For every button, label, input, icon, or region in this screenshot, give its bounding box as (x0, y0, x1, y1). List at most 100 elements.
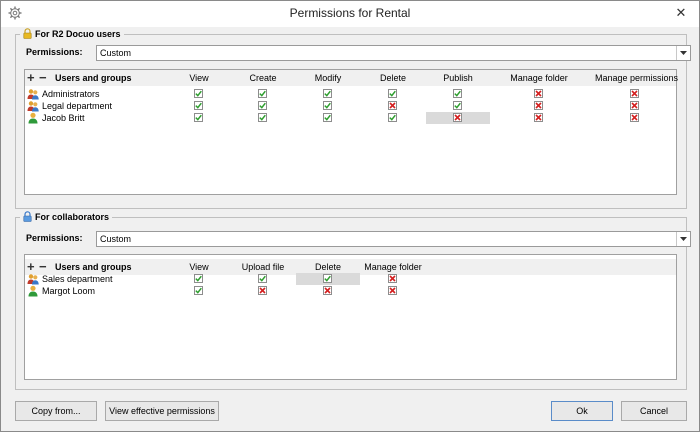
cross-icon (389, 287, 396, 294)
collab-permissions-select[interactable]: Custom (96, 231, 691, 247)
cancel-button[interactable]: Cancel (621, 401, 687, 421)
principal-label: Administrators (42, 89, 100, 99)
add-user-icon[interactable]: + (27, 70, 35, 85)
cross-icon (535, 90, 542, 97)
principal-name: Administrators (27, 88, 100, 100)
permission-checkbox[interactable] (323, 274, 332, 283)
table-row[interactable]: Administrators (25, 88, 676, 100)
principal-label: Margot Loom (42, 286, 96, 296)
grid-header: + − Users and groups View Create Modify Delete… (25, 70, 678, 86)
column-header[interactable]: Users and groups (55, 262, 132, 272)
permission-checkbox[interactable] (194, 274, 203, 283)
principal-label: Sales department (42, 274, 113, 284)
column-header[interactable]: Publish (418, 73, 498, 83)
check-icon (259, 102, 266, 109)
check-icon (195, 102, 202, 109)
permission-checkbox[interactable] (534, 89, 543, 98)
permission-checkbox[interactable] (258, 286, 267, 295)
collaborators-legend: For collaborators (20, 211, 113, 222)
cross-icon (454, 114, 461, 121)
table-row[interactable]: Margot Loom (25, 285, 676, 297)
chevron-down-icon[interactable] (676, 232, 690, 246)
permission-checkbox[interactable] (258, 101, 267, 110)
check-icon (389, 114, 396, 121)
check-icon (324, 90, 331, 97)
principal-label: Legal department (42, 101, 113, 111)
chevron-down-icon[interactable] (676, 46, 690, 60)
permission-checkbox[interactable] (194, 89, 203, 98)
table-row[interactable]: Legal department (25, 100, 676, 112)
permission-checkbox[interactable] (388, 101, 397, 110)
column-header[interactable]: Manage permissions (595, 73, 678, 83)
remove-user-icon[interactable]: − (39, 259, 47, 274)
check-icon (195, 287, 202, 294)
check-icon (454, 102, 461, 109)
principal-label: Jacob Britt (42, 113, 85, 123)
check-icon (259, 275, 266, 282)
close-icon[interactable]: ✕ (673, 5, 689, 21)
permission-checkbox[interactable] (323, 286, 332, 295)
column-header[interactable]: Manage folder (499, 73, 579, 83)
permission-checkbox[interactable] (323, 113, 332, 122)
permissions-dialog: Permissions for Rental ✕ For R2 Docuo us… (0, 0, 700, 432)
lock-icon (23, 28, 32, 39)
permission-checkbox[interactable] (194, 286, 203, 295)
permission-checkbox[interactable] (630, 101, 639, 110)
permission-checkbox[interactable] (194, 101, 203, 110)
add-user-icon[interactable]: + (27, 259, 35, 274)
r2-users-legend: For R2 Docuo users (20, 28, 124, 39)
cross-icon (389, 102, 396, 109)
view-effective-permissions-button[interactable]: View effective permissions (105, 401, 219, 421)
permission-checkbox[interactable] (534, 101, 543, 110)
principal-name: Margot Loom (27, 285, 95, 297)
cross-icon (259, 287, 266, 294)
r2-permissions-value: Custom (100, 48, 132, 58)
permission-checkbox[interactable] (630, 89, 639, 98)
collaborators-legend-text: For collaborators (35, 211, 110, 222)
permission-checkbox[interactable] (323, 101, 332, 110)
user-icon (28, 285, 38, 297)
cross-icon (631, 102, 638, 109)
permission-checkbox[interactable] (453, 89, 462, 98)
permission-checkbox[interactable] (258, 274, 267, 283)
copy-from-button[interactable]: Copy from... (15, 401, 97, 421)
check-icon (259, 90, 266, 97)
column-header[interactable]: Users and groups (55, 73, 132, 83)
cross-icon (535, 114, 542, 121)
user-icon (28, 112, 38, 124)
column-header[interactable]: Manage folder (353, 262, 433, 272)
permission-checkbox[interactable] (630, 113, 639, 122)
collab-permissions-value: Custom (100, 234, 132, 244)
table-row[interactable]: Sales department (25, 273, 676, 285)
cross-icon (631, 114, 638, 121)
check-icon (195, 90, 202, 97)
check-icon (324, 102, 331, 109)
permission-checkbox[interactable] (388, 274, 397, 283)
table-row[interactable]: Jacob Britt (25, 112, 676, 124)
check-icon (195, 114, 202, 121)
group-icon (27, 101, 39, 112)
permission-checkbox[interactable] (453, 101, 462, 110)
permission-checkbox[interactable] (388, 286, 397, 295)
check-icon (324, 114, 331, 121)
check-icon (324, 275, 331, 282)
principal-name: Sales department (27, 273, 113, 285)
check-icon (195, 275, 202, 282)
permission-checkbox[interactable] (388, 89, 397, 98)
permission-checkbox[interactable] (388, 113, 397, 122)
permission-checkbox[interactable] (534, 113, 543, 122)
title-bar: Permissions for Rental ✕ (1, 1, 699, 27)
cross-icon (324, 287, 331, 294)
remove-user-icon[interactable]: − (39, 70, 47, 85)
permission-checkbox[interactable] (323, 89, 332, 98)
check-icon (454, 90, 461, 97)
window-title: Permissions for Rental (289, 6, 411, 20)
permission-checkbox[interactable] (453, 113, 462, 122)
check-icon (389, 90, 396, 97)
principal-name: Jacob Britt (27, 112, 85, 124)
ok-button[interactable]: Ok (551, 401, 613, 421)
permission-checkbox[interactable] (258, 113, 267, 122)
permission-checkbox[interactable] (258, 89, 267, 98)
permission-checkbox[interactable] (194, 113, 203, 122)
r2-permissions-select[interactable]: Custom (96, 45, 691, 61)
